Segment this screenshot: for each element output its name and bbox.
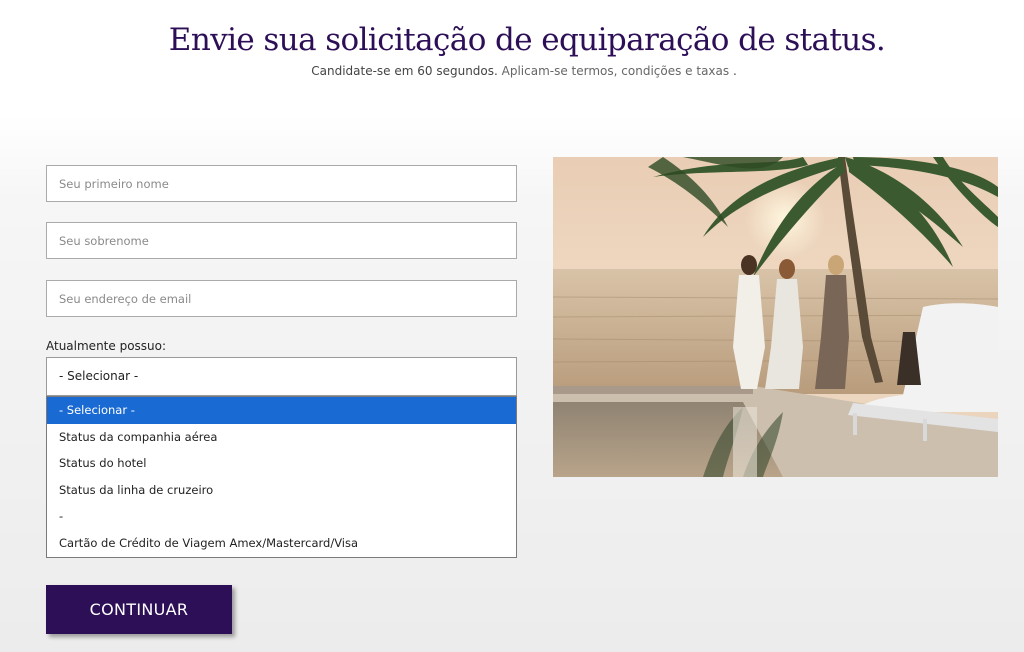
- status-dropdown-list: - Selecionar - Status da companhia aérea…: [46, 396, 517, 558]
- page-title: Envie sua solicitação de equiparação de …: [168, 22, 886, 58]
- last-name-input[interactable]: [46, 222, 517, 259]
- status-select-label: Atualmente possuo:: [46, 339, 167, 353]
- dropdown-option-select[interactable]: - Selecionar -: [47, 397, 516, 424]
- dropdown-option-cruise[interactable]: Status da linha de cruzeiro: [47, 477, 516, 504]
- continue-button[interactable]: CONTINUAR: [46, 585, 232, 634]
- first-name-input[interactable]: [46, 165, 517, 202]
- subtitle-end: .: [729, 64, 737, 78]
- resort-beach-photo: [553, 157, 998, 477]
- subtitle-text: Candidate-se em 60 segundos.: [311, 64, 502, 78]
- page-subtitle: Candidate-se em 60 segundos. Aplicam-se …: [0, 64, 1024, 78]
- status-select[interactable]: - Selecionar -: [46, 357, 517, 396]
- dropdown-option-hotel[interactable]: Status do hotel: [47, 450, 516, 477]
- terms-link[interactable]: Aplicam-se termos, condições e taxas: [502, 64, 729, 78]
- dropdown-option-separator[interactable]: -: [47, 503, 516, 530]
- dropdown-option-airline[interactable]: Status da companhia aérea: [47, 424, 516, 451]
- email-input[interactable]: [46, 280, 517, 317]
- dropdown-option-credit-card[interactable]: Cartão de Crédito de Viagem Amex/Masterc…: [47, 530, 516, 557]
